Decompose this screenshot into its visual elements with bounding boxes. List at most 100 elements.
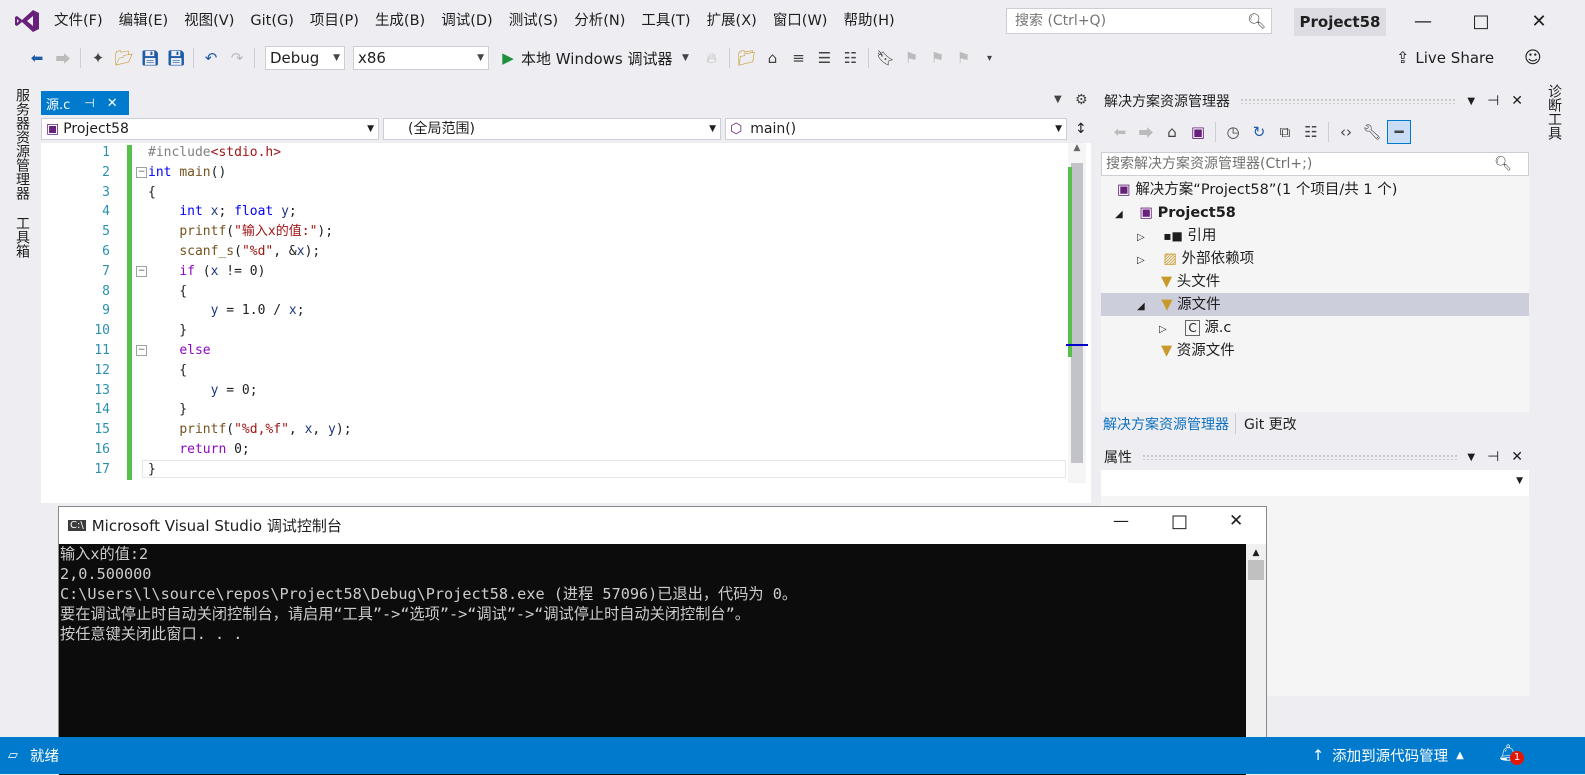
menu-item[interactable]: 文件(F) — [46, 0, 111, 42]
view-code-icon[interactable]: ‹› — [1335, 121, 1357, 143]
uncomment-icon[interactable]: ☷ — [840, 47, 862, 69]
live-share-button[interactable]: ⇪ Live Share — [1396, 48, 1494, 67]
editor-vertical-scrollbar[interactable]: ▲ — [1066, 143, 1088, 483]
expanded-arrow-icon[interactable]: ◢ — [1137, 301, 1145, 312]
forward-icon[interactable]: ⮕︎ — [1135, 121, 1157, 143]
bookmark-icon[interactable]: 🔖︎ — [875, 47, 897, 69]
solution-configuration-dropdown[interactable]: Debug ▼ — [265, 46, 345, 70]
tree-item-solution[interactable]: ▣ 解决方案“Project58”(1 个项目/共 1 个) — [1117, 179, 1397, 202]
tab-git-changes[interactable]: Git 更改 — [1236, 414, 1297, 434]
menu-item[interactable]: Git(G) — [242, 0, 302, 42]
properties-object-selector[interactable]: ▼ — [1101, 470, 1529, 496]
undo-icon[interactable]: ↶ — [200, 47, 222, 69]
next-bookmark-icon[interactable]: ⚑ — [927, 47, 949, 69]
preview-selected-items-icon[interactable]: ━ — [1387, 120, 1411, 144]
close-tab-icon[interactable]: ✕ — [107, 96, 118, 111]
close-button[interactable]: ✕ — [1516, 8, 1562, 36]
tree-item-project[interactable]: ◢ ▣ Project58 — [1115, 202, 1236, 225]
find-in-files-icon[interactable]: 📁︎ — [736, 47, 758, 69]
open-file-icon[interactable]: 📂︎ — [113, 47, 135, 69]
console-close-button[interactable]: ✕ — [1229, 511, 1243, 531]
collapsed-arrow-icon[interactable]: ▷ — [1137, 255, 1145, 266]
solution-explorer-search-box[interactable]: 搜索解决方案资源管理器(Ctrl+;) 🔍︎ — [1101, 152, 1529, 176]
collapse-if-icon[interactable]: − — [136, 266, 147, 277]
search-input[interactable] — [1013, 12, 1247, 30]
tree-item-source-c[interactable]: ▷ C 源.c — [1159, 317, 1231, 340]
tree-item-external-dependencies[interactable]: ▷ ▨ 外部依赖项 — [1137, 248, 1254, 271]
scrollbar-thumb[interactable] — [1071, 163, 1083, 463]
pin-icon[interactable]: ⊣ — [84, 96, 94, 110]
console-minimize-button[interactable]: — — [1113, 511, 1129, 530]
feedback-icon[interactable]: ☺ — [1524, 48, 1542, 68]
collapsed-arrow-icon[interactable]: ▷ — [1159, 324, 1167, 335]
previous-bookmark-icon[interactable]: ⚑ — [901, 47, 923, 69]
close-panel-icon[interactable]: ✕ — [1511, 449, 1523, 465]
browser-link-icon[interactable]: ⌂ — [762, 47, 784, 69]
sync-icon[interactable]: ↻ — [1248, 121, 1270, 143]
collapse-else-icon[interactable]: − — [136, 345, 147, 356]
split-editor-icon[interactable]: ↕ — [1075, 121, 1087, 137]
console-scrollbar-thumb[interactable] — [1248, 560, 1264, 580]
menu-item[interactable]: 编辑(E) — [111, 0, 176, 42]
diagnostic-tools-tab[interactable]: 诊断工具 — [1544, 84, 1564, 140]
back-icon[interactable]: ⬅︎ — [1109, 121, 1131, 143]
pending-changes-filter-icon[interactable]: ◷ — [1222, 121, 1244, 143]
new-project-icon[interactable]: ✦ — [87, 47, 109, 69]
collapsed-arrow-icon[interactable]: ▷ — [1137, 232, 1145, 243]
tree-item-references[interactable]: ▷ ▪■ 引用 — [1137, 225, 1216, 248]
scroll-up-icon[interactable]: ▲ — [1068, 143, 1086, 153]
navigate-back-icon[interactable]: ⬅︎ — [26, 47, 48, 69]
pin-icon[interactable]: ⊣ — [1487, 93, 1499, 109]
console-maximize-button[interactable]: □ — [1171, 511, 1188, 532]
minimize-button[interactable]: — — [1400, 8, 1446, 36]
start-debugging-button[interactable]: 本地 Windows 调试器 — [521, 48, 673, 69]
home-icon[interactable]: ⌂ — [1161, 121, 1183, 143]
settings-gear-icon[interactable]: ⚙ — [1075, 92, 1088, 108]
menu-item[interactable]: 调试(D) — [433, 0, 500, 42]
show-all-files-icon[interactable]: ☷ — [1300, 121, 1322, 143]
tree-item-source-files[interactable]: ◢ ▼ 源文件 — [1137, 294, 1221, 317]
menu-item[interactable]: 分析(N) — [566, 0, 633, 42]
scope-dropdown[interactable]: (全局范围) ▼ — [383, 118, 721, 140]
switch-views-icon[interactable]: ▣ — [1187, 121, 1209, 143]
search-box[interactable]: 🔍︎ — [1006, 8, 1272, 34]
toolbox-tab[interactable]: 工具箱 — [12, 216, 32, 258]
project-dropdown[interactable]: ▣ Project58 ▼ — [41, 118, 379, 140]
menu-item[interactable]: 扩展(X) — [699, 0, 765, 42]
pin-icon[interactable]: ⊣ — [1487, 449, 1499, 465]
menu-item[interactable]: 窗口(W) — [765, 0, 836, 42]
redo-icon[interactable]: ↷ — [226, 47, 248, 69]
toolbar-overflow-icon[interactable]: ▾ — [979, 47, 1001, 69]
save-all-icon[interactable]: 💾︎ — [165, 47, 187, 69]
menu-item[interactable]: 测试(S) — [501, 0, 567, 42]
server-explorer-tab[interactable]: 服务器资源管理器 — [12, 88, 32, 200]
collapse-main-icon[interactable]: − — [136, 167, 147, 178]
start-debugging-icon[interactable]: ▶ — [497, 47, 519, 69]
navigate-forward-icon[interactable]: ⮕︎ — [52, 47, 74, 69]
scroll-up-icon[interactable]: ▲ — [1246, 548, 1266, 558]
hot-reload-icon[interactable]: 🔥︎ — [701, 47, 723, 69]
menu-item[interactable]: 帮助(H) — [835, 0, 902, 42]
comment-icon[interactable]: ☰ — [814, 47, 836, 69]
step-icon[interactable]: ≡ — [788, 47, 810, 69]
expanded-arrow-icon[interactable]: ◢ — [1115, 209, 1123, 220]
window-position-dropdown-icon[interactable]: ▼ — [1467, 96, 1475, 107]
chevron-down-icon[interactable]: ▼ — [675, 47, 697, 69]
menu-item[interactable]: 生成(B) — [367, 0, 433, 42]
menu-item[interactable]: 视图(V) — [176, 0, 242, 42]
close-panel-icon[interactable]: ✕ — [1511, 93, 1523, 109]
menu-item[interactable]: 项目(P) — [302, 0, 367, 42]
tree-item-header-files[interactable]: ▼ 头文件 — [1161, 271, 1220, 294]
add-to-source-control-button[interactable]: ↑ 添加到源代码管理 ▲ — [1312, 745, 1464, 766]
document-tab[interactable]: 源.c ⊣ ✕ — [41, 91, 129, 115]
visual-studio-logo-icon[interactable] — [14, 8, 40, 34]
code-text[interactable]: #include<stdio.h> int main() { int x; floa… — [148, 143, 352, 480]
tab-solution-explorer[interactable]: 解决方案资源管理器 — [1101, 414, 1236, 434]
save-icon[interactable]: 💾︎ — [139, 47, 161, 69]
maximize-button[interactable]: □ — [1458, 8, 1504, 36]
collapse-all-icon[interactable]: ⧉ — [1274, 121, 1296, 143]
member-dropdown[interactable]: ⬡ main() ▼ — [725, 118, 1067, 140]
tree-item-resource-files[interactable]: ▼ 资源文件 — [1161, 340, 1235, 363]
menu-item[interactable]: 工具(T) — [633, 0, 698, 42]
solution-platform-dropdown[interactable]: x86 ▼ — [353, 46, 489, 70]
